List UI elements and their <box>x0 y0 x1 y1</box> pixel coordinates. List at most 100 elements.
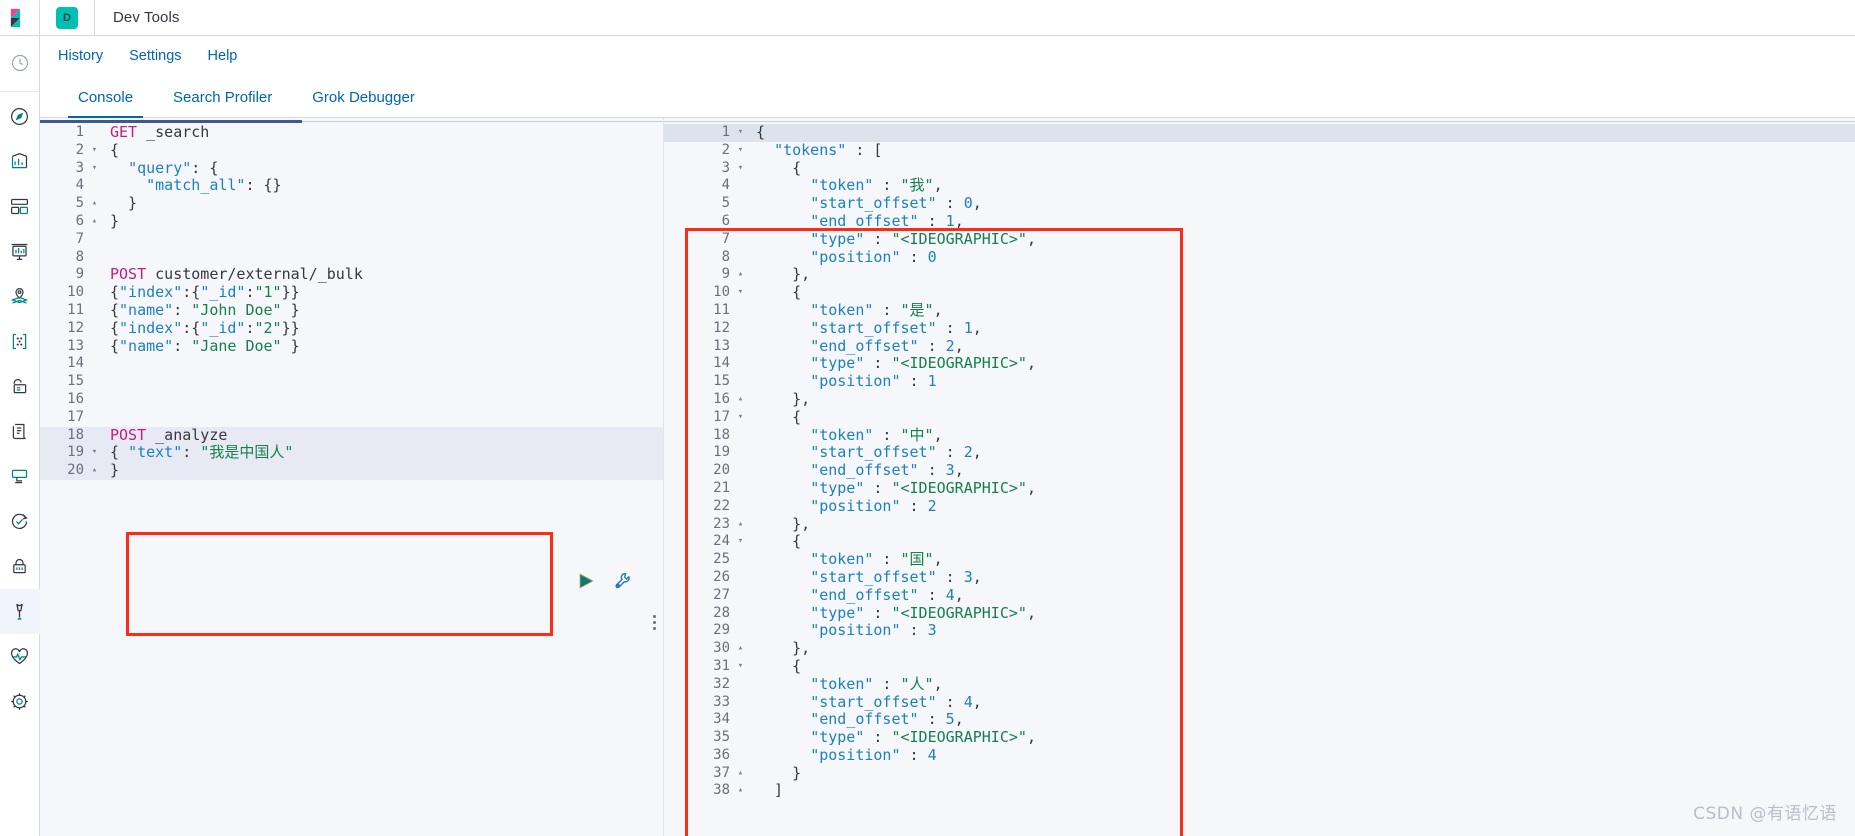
fold-toggle-icon[interactable]: ▴ <box>734 266 747 284</box>
subnav-item-settings[interactable]: Settings <box>129 48 181 64</box>
editor-line[interactable]: 16 <box>40 391 664 409</box>
editor-line[interactable]: 1 ▾ { <box>664 123 1855 142</box>
editor-line[interactable]: 22 "position" : 2 <box>664 497 1855 516</box>
fold-toggle-icon[interactable]: ▾ <box>734 658 747 676</box>
fold-toggle-icon[interactable]: ▾ <box>88 160 101 178</box>
tab-search-profiler[interactable]: Search Profiler <box>153 89 292 117</box>
editor-line[interactable]: 31 ▾ { <box>664 657 1855 676</box>
editor-line[interactable]: 7 "type" : "<IDEOGRAPHIC>", <box>664 230 1855 249</box>
sidebar-item-infrastructure[interactable] <box>0 364 40 409</box>
editor-line[interactable]: 5 ▴ } <box>40 194 664 213</box>
editor-line[interactable]: 8 <box>40 249 664 267</box>
editor-line[interactable]: 11 "token" : "是", <box>664 301 1855 320</box>
sidebar-item-recently-viewed[interactable] <box>0 40 40 85</box>
editor-line[interactable]: 17 ▾ { <box>664 408 1855 427</box>
subnav-item-help[interactable]: Help <box>208 48 238 64</box>
fold-toggle-icon[interactable]: ▾ <box>734 124 747 142</box>
editor-line[interactable]: 37 ▴ } <box>664 764 1855 783</box>
editor-line[interactable]: 4 "match_all": {} <box>40 176 664 195</box>
fold-toggle-icon[interactable]: ▴ <box>734 391 747 409</box>
editor-line[interactable]: 3 ▾ { <box>664 159 1855 178</box>
response-editor[interactable]: 1 ▾{2 ▾ "tokens" : [3 ▾ {4 "token" : "我", 5 … <box>664 123 1855 800</box>
sidebar-item-logs[interactable] <box>0 409 40 454</box>
fold-toggle-icon[interactable]: ▴ <box>88 195 101 213</box>
fold-toggle-icon[interactable]: ▴ <box>734 765 747 783</box>
play-triangle-icon[interactable] <box>576 571 596 596</box>
editor-line[interactable]: 27 "end_offset" : 4, <box>664 586 1855 605</box>
editor-line[interactable]: 4 "token" : "我", <box>664 176 1855 195</box>
sidebar-item-uptime[interactable] <box>0 499 40 544</box>
editor-line[interactable]: 30 ▴ }, <box>664 639 1855 658</box>
editor-line[interactable]: 14 <box>40 355 664 373</box>
editor-line[interactable]: 13 "end_offset" : 2, <box>664 337 1855 356</box>
fold-toggle-icon[interactable]: ▾ <box>734 142 747 160</box>
editor-line[interactable]: 20 ▴} <box>40 461 664 480</box>
editor-line[interactable]: 18 "token" : "中", <box>664 426 1855 445</box>
pane-resize-handle[interactable] <box>653 615 656 630</box>
wrench-icon[interactable] <box>612 570 633 596</box>
fold-toggle-icon[interactable]: ▾ <box>734 533 747 551</box>
fold-toggle-icon[interactable]: ▴ <box>734 782 747 800</box>
editor-line[interactable]: 33 "start_offset" : 4, <box>664 693 1855 712</box>
sidebar-item-discover[interactable] <box>0 94 40 139</box>
editor-line[interactable]: 12 "start_offset" : 1, <box>664 319 1855 338</box>
editor-line[interactable]: 34 "end_offset" : 5, <box>664 710 1855 729</box>
sidebar-item-visualize[interactable] <box>0 139 40 184</box>
editor-line[interactable]: 9 POST customer/external/_bulk <box>40 265 664 284</box>
sidebar-item-canvas[interactable] <box>0 229 40 274</box>
editor-line[interactable]: 13 {"name": "Jane Doe" } <box>40 337 664 356</box>
editor-line[interactable]: 6 ▴} <box>40 212 664 231</box>
editor-line[interactable]: 8 "position" : 0 <box>664 248 1855 267</box>
sidebar-item-machine-learning[interactable] <box>0 319 40 364</box>
sidebar-item-security[interactable] <box>0 544 40 589</box>
editor-line[interactable]: 32 "token" : "人", <box>664 675 1855 694</box>
editor-line[interactable]: 10 ▾ { <box>664 283 1855 302</box>
editor-line[interactable]: 26 "start_offset" : 3, <box>664 568 1855 587</box>
editor-line[interactable]: 12 {"index":{"_id":"2"}} <box>40 319 664 338</box>
fold-toggle-icon[interactable]: ▾ <box>734 160 747 178</box>
editor-line[interactable]: 36 "position" : 4 <box>664 746 1855 765</box>
editor-line[interactable]: 14 "type" : "<IDEOGRAPHIC>", <box>664 354 1855 373</box>
editor-line[interactable]: 18 POST _analyze <box>40 426 664 445</box>
fold-toggle-icon[interactable]: ▾ <box>88 444 101 462</box>
editor-line[interactable]: 23 ▴ }, <box>664 515 1855 534</box>
editor-line[interactable]: 1 GET _search <box>40 123 664 142</box>
fold-toggle-icon[interactable]: ▴ <box>88 462 101 480</box>
editor-line[interactable]: 38 ▴ ] <box>664 782 1855 800</box>
editor-line[interactable]: 7 <box>40 231 664 249</box>
app-badge[interactable]: D <box>40 0 95 35</box>
editor-line[interactable]: 6 "end_offset" : 1, <box>664 212 1855 231</box>
editor-line[interactable]: 2 ▾ "tokens" : [ <box>664 141 1855 160</box>
editor-line[interactable]: 15 <box>40 373 664 391</box>
tab-grok-debugger[interactable]: Grok Debugger <box>292 89 435 117</box>
editor-line[interactable]: 19 "start_offset" : 2, <box>664 443 1855 462</box>
editor-line[interactable]: 11 {"name": "John Doe" } <box>40 301 664 320</box>
editor-line[interactable]: 2 ▾ { <box>40 141 664 160</box>
sidebar-item-stack-monitoring[interactable] <box>0 634 40 679</box>
fold-toggle-icon[interactable]: ▾ <box>734 284 747 302</box>
editor-line[interactable]: 5 "start_offset" : 0, <box>664 194 1855 213</box>
tab-console[interactable]: Console <box>58 89 153 118</box>
editor-line[interactable]: 20 "end_offset" : 3, <box>664 461 1855 480</box>
sidebar-item-dashboard[interactable] <box>0 184 40 229</box>
editor-line[interactable]: 17 <box>40 409 664 427</box>
editor-line[interactable]: 21 "type" : "<IDEOGRAPHIC>", <box>664 479 1855 498</box>
sidebar-item-apm[interactable] <box>0 454 40 499</box>
editor-line[interactable]: 25 "token" : "国", <box>664 550 1855 569</box>
editor-line[interactable]: 10 {"index":{"_id":"1"}} <box>40 283 664 302</box>
editor-line[interactable]: 19 ▾ { "text": "我是中国人" <box>40 443 664 463</box>
editor-line[interactable]: 16 ▴ }, <box>664 390 1855 409</box>
subnav-item-history[interactable]: History <box>58 48 103 64</box>
fold-toggle-icon[interactable]: ▴ <box>734 516 747 534</box>
request-pane[interactable]: 1 GET _search 2 ▾{3 ▾ "query": {4 "match_all… <box>40 118 664 836</box>
sidebar-item-maps[interactable] <box>0 274 40 319</box>
editor-line[interactable]: 15 "position" : 1 <box>664 372 1855 391</box>
editor-line[interactable]: 24 ▾ { <box>664 532 1855 551</box>
response-pane[interactable]: 1 ▾{2 ▾ "tokens" : [3 ▾ {4 "token" : "我", 5 … <box>664 118 1855 836</box>
editor-line[interactable]: 35 "type" : "<IDEOGRAPHIC>", <box>664 728 1855 747</box>
fold-toggle-icon[interactable]: ▾ <box>88 142 101 160</box>
fold-toggle-icon[interactable]: ▴ <box>88 213 101 231</box>
sidebar-item-management[interactable] <box>0 679 40 724</box>
fold-toggle-icon[interactable]: ▴ <box>734 640 747 658</box>
editor-line[interactable]: 9 ▴ }, <box>664 265 1855 284</box>
